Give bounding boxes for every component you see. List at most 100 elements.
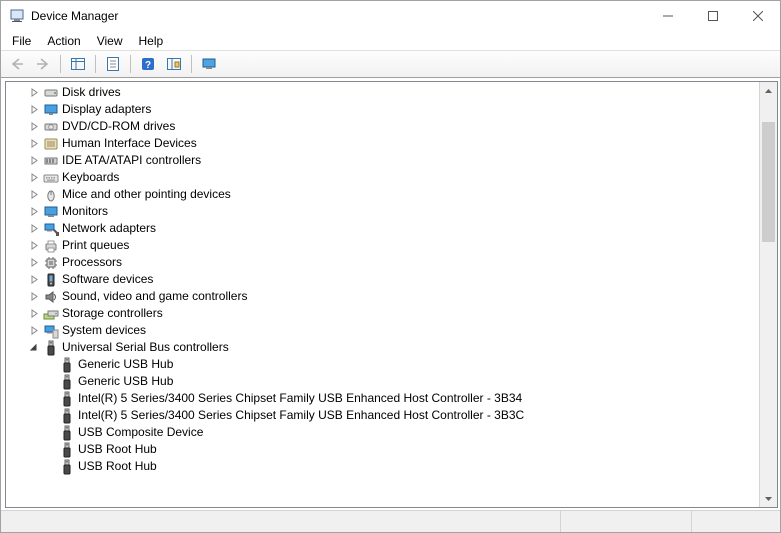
system-icon xyxy=(42,323,60,339)
usb-icon xyxy=(58,391,76,407)
properties-button[interactable] xyxy=(101,52,125,76)
menu-help[interactable]: Help xyxy=(132,33,171,49)
tree-item-label: USB Root Hub xyxy=(76,458,157,475)
expand-arrow-icon[interactable] xyxy=(26,306,42,322)
titlebar: Device Manager xyxy=(1,1,780,31)
expand-arrow-icon[interactable] xyxy=(26,85,42,101)
tree-category-label: Human Interface Devices xyxy=(60,135,197,152)
tree-category[interactable]: Software devices xyxy=(8,271,777,288)
usb-icon xyxy=(42,340,60,356)
tree-category[interactable]: Monitors xyxy=(8,203,777,220)
tree-category[interactable]: Network adapters xyxy=(8,220,777,237)
tree-category-label: Software devices xyxy=(60,271,153,288)
software-icon xyxy=(42,272,60,288)
minimize-button[interactable] xyxy=(645,1,690,31)
scroll-up-arrow[interactable] xyxy=(760,82,777,99)
keyboard-icon xyxy=(42,170,60,186)
tree-category[interactable]: IDE ATA/ATAPI controllers xyxy=(8,152,777,169)
hid-icon xyxy=(42,136,60,152)
expand-arrow-icon[interactable] xyxy=(26,323,42,339)
tree-category[interactable]: Sound, video and game controllers xyxy=(8,288,777,305)
tree-item[interactable]: USB Root Hub xyxy=(8,441,777,458)
tree-category[interactable]: Display adapters xyxy=(8,101,777,118)
expand-arrow-icon[interactable] xyxy=(26,187,42,203)
sound-icon xyxy=(42,289,60,305)
tree-category[interactable]: System devices xyxy=(8,322,777,339)
toolbar: ? xyxy=(1,50,780,78)
expand-arrow-icon[interactable] xyxy=(26,102,42,118)
tree-category[interactable]: DVD/CD-ROM drives xyxy=(8,118,777,135)
menu-action[interactable]: Action xyxy=(40,33,87,49)
scan-hardware-button[interactable] xyxy=(162,52,186,76)
display-icon xyxy=(42,102,60,118)
tree-category-label: Sound, video and game controllers xyxy=(60,288,247,305)
tree-category[interactable]: Disk drives xyxy=(8,84,777,101)
device-tree[interactable]: Disk drivesDisplay adaptersDVD/CD-ROM dr… xyxy=(6,82,777,507)
expand-arrow-icon[interactable] xyxy=(26,221,42,237)
tree-category-label: DVD/CD-ROM drives xyxy=(60,118,175,135)
tree-category[interactable]: Storage controllers xyxy=(8,305,777,322)
tree-category-label: Print queues xyxy=(60,237,129,254)
tree-item[interactable]: Intel(R) 5 Series/3400 Series Chipset Fa… xyxy=(8,407,777,424)
tree-item-label: USB Root Hub xyxy=(76,441,157,458)
tree-category-label: Display adapters xyxy=(60,101,151,118)
window-controls xyxy=(645,1,780,31)
tree-category-label: Disk drives xyxy=(60,84,121,101)
toolbar-separator xyxy=(130,55,131,73)
menu-view[interactable]: View xyxy=(90,33,130,49)
monitor-icon xyxy=(42,204,60,220)
tree-item[interactable]: Generic USB Hub xyxy=(8,373,777,390)
tree-item[interactable]: Intel(R) 5 Series/3400 Series Chipset Fa… xyxy=(8,390,777,407)
show-hide-tree-button[interactable] xyxy=(66,52,90,76)
usb-icon xyxy=(58,357,76,373)
vertical-scrollbar[interactable] xyxy=(759,82,777,507)
network-icon xyxy=(42,221,60,237)
scroll-down-arrow[interactable] xyxy=(760,490,777,507)
tree-item-label: USB Composite Device xyxy=(76,424,203,441)
tree-item[interactable]: USB Composite Device xyxy=(8,424,777,441)
tree-item-label: Intel(R) 5 Series/3400 Series Chipset Fa… xyxy=(76,390,522,407)
maximize-button[interactable] xyxy=(690,1,735,31)
tree-item[interactable]: Generic USB Hub xyxy=(8,356,777,373)
usb-icon xyxy=(58,459,76,475)
tree-category-label: Mice and other pointing devices xyxy=(60,186,231,203)
expand-arrow-icon[interactable] xyxy=(26,170,42,186)
usb-icon xyxy=(58,442,76,458)
status-pane-2 xyxy=(561,511,692,532)
expand-arrow-icon[interactable] xyxy=(26,153,42,169)
collapse-arrow-icon[interactable] xyxy=(26,340,42,356)
back-button xyxy=(5,52,29,76)
tree-item[interactable]: USB Root Hub xyxy=(8,458,777,475)
mouse-icon xyxy=(42,187,60,203)
window-title: Device Manager xyxy=(31,9,118,23)
tree-category[interactable]: Print queues xyxy=(8,237,777,254)
scroll-thumb[interactable] xyxy=(762,122,775,242)
tree-category-label: IDE ATA/ATAPI controllers xyxy=(60,152,201,169)
dvd-icon xyxy=(42,119,60,135)
expand-arrow-icon[interactable] xyxy=(26,119,42,135)
tree-category-label: Network adapters xyxy=(60,220,156,237)
tree-category[interactable]: Human Interface Devices xyxy=(8,135,777,152)
tree-category-label: Universal Serial Bus controllers xyxy=(60,339,229,356)
close-button[interactable] xyxy=(735,1,780,31)
tree-category[interactable]: Processors xyxy=(8,254,777,271)
expand-arrow-icon[interactable] xyxy=(26,272,42,288)
tree-category[interactable]: Universal Serial Bus controllers xyxy=(8,339,777,356)
tree-category[interactable]: Keyboards xyxy=(8,169,777,186)
tree-item-label: Intel(R) 5 Series/3400 Series Chipset Fa… xyxy=(76,407,524,424)
usb-icon xyxy=(58,408,76,424)
usb-icon xyxy=(58,374,76,390)
expand-arrow-icon[interactable] xyxy=(26,136,42,152)
statusbar xyxy=(1,510,780,532)
help-button[interactable]: ? xyxy=(136,52,160,76)
usb-icon xyxy=(58,425,76,441)
tree-category[interactable]: Mice and other pointing devices xyxy=(8,186,777,203)
tree-item-label: Generic USB Hub xyxy=(76,373,173,390)
menu-file[interactable]: File xyxy=(5,33,38,49)
expand-arrow-icon[interactable] xyxy=(26,238,42,254)
expand-arrow-icon[interactable] xyxy=(26,204,42,220)
expand-arrow-icon[interactable] xyxy=(26,255,42,271)
expand-arrow-icon[interactable] xyxy=(26,289,42,305)
view-devices-button[interactable] xyxy=(197,52,221,76)
toolbar-separator xyxy=(95,55,96,73)
